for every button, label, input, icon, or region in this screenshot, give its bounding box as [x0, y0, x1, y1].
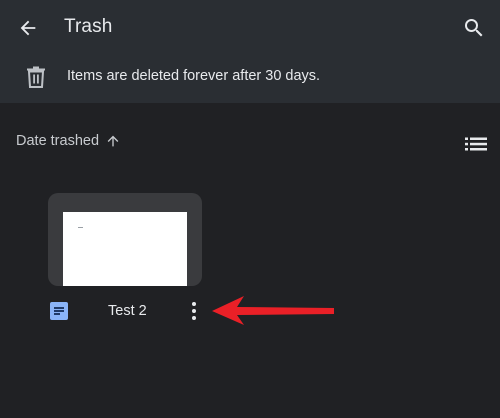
top-area: Trash Items are deleted forever after 30…: [0, 0, 500, 103]
back-button[interactable]: [14, 14, 42, 42]
document-preview: [63, 212, 187, 286]
app-bar: Trash: [0, 0, 500, 56]
search-button[interactable]: [460, 14, 488, 42]
page-title: Trash: [64, 16, 113, 37]
trash-icon: [27, 66, 45, 88]
preview-text-line: [78, 227, 83, 228]
google-docs-icon: [50, 302, 68, 320]
arrow-back-icon: [20, 20, 36, 36]
file-card: Test 2: [48, 193, 202, 333]
trash-screen: Trash Items are deleted forever after 30…: [0, 0, 500, 418]
list-view-button[interactable]: [464, 132, 488, 156]
file-thumbnail[interactable]: [48, 193, 202, 286]
trash-notice: Items are deleted forever after 30 days.: [0, 56, 500, 100]
more-options-button[interactable]: [186, 299, 202, 323]
arrow-up-icon: [107, 135, 119, 147]
sort-label: Date trashed: [16, 133, 100, 149]
list-view-icon: [465, 137, 487, 151]
sort-bar: Date trashed: [0, 128, 500, 160]
sort-by-date-trashed-button[interactable]: Date trashed: [16, 133, 121, 149]
red-annotation-arrow-icon: [212, 296, 334, 325]
search-icon: [465, 19, 483, 37]
more-vert-icon: [192, 302, 196, 306]
notice-text: Items are deleted forever after 30 days.: [67, 68, 321, 84]
file-name[interactable]: Test 2: [108, 303, 147, 319]
